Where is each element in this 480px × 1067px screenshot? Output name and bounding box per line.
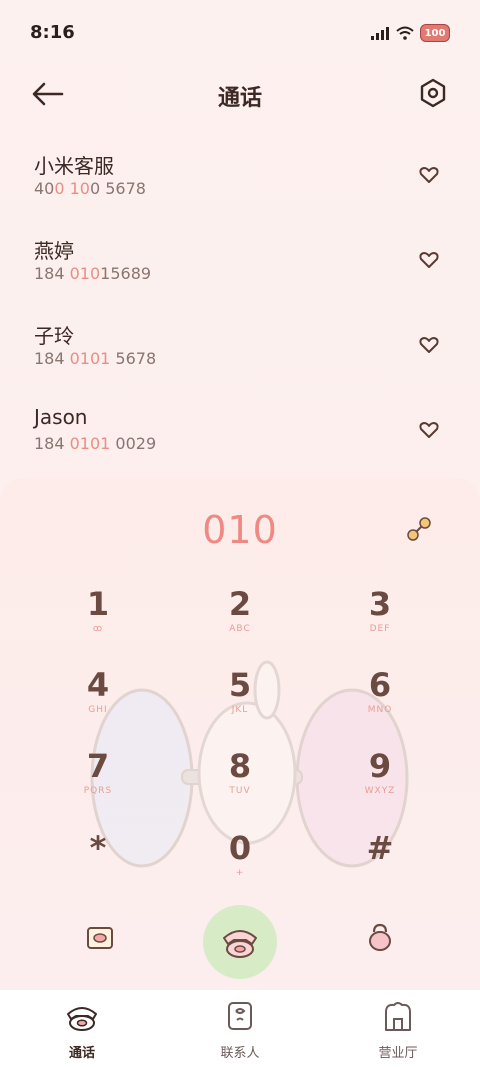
- hexagon-settings-icon[interactable]: [418, 78, 448, 108]
- pig-phone-icon: [223, 930, 257, 958]
- battery-indicator: 100: [420, 24, 450, 42]
- bottom-tab-bar: 通话 联系人 营业厅: [0, 990, 480, 1067]
- sticker-pig-icon[interactable]: [85, 922, 115, 952]
- contact-row[interactable]: 子玲 184 0101 5678: [0, 310, 480, 395]
- top-bar: 通话: [0, 66, 480, 126]
- contact-row[interactable]: Jason 184 0101 0029: [0, 395, 480, 480]
- page-title: 通话: [217, 86, 262, 111]
- dial-key-3[interactable]: 3 DEF: [310, 586, 450, 656]
- signal-icon: [371, 27, 389, 40]
- tab-label: 联系人: [220, 1046, 260, 1061]
- contact-number: 184 0101 0029: [34, 434, 157, 453]
- contact-name: 燕婷: [34, 239, 74, 263]
- dial-key-7[interactable]: 7 PQRS: [28, 748, 168, 818]
- heart-icon[interactable]: [418, 164, 440, 186]
- contact-name: Jason: [34, 405, 88, 429]
- dumbbell-icon[interactable]: [406, 516, 432, 542]
- wifi-icon: [396, 26, 414, 40]
- dial-key-9[interactable]: 9 WXYZ: [310, 748, 450, 818]
- status-time: 8:16: [30, 22, 75, 43]
- contacts-tab-icon: [228, 1002, 252, 1030]
- tab-label: 通话: [68, 1046, 95, 1061]
- status-icons: 100: [370, 24, 450, 42]
- dial-key-1[interactable]: 1ꝏ: [28, 586, 168, 656]
- contact-name: 小米客服: [34, 154, 114, 178]
- dialpad-actions: [0, 900, 480, 980]
- dial-key-8[interactable]: 8 TUV: [170, 748, 310, 818]
- dial-key-2[interactable]: 2 ABC: [170, 586, 310, 656]
- contact-name: 子玲: [34, 324, 74, 348]
- contact-row[interactable]: 燕婷 184 01015689: [0, 225, 480, 310]
- contact-number: 184 0101 5678: [34, 349, 157, 368]
- heart-icon[interactable]: [418, 419, 440, 441]
- dial-key-4[interactable]: 4 GHI: [28, 667, 168, 737]
- dial-key-6[interactable]: 6 MNO: [310, 667, 450, 737]
- heart-icon[interactable]: [418, 249, 440, 271]
- status-bar: 8:16 100: [0, 0, 480, 66]
- contact-number: 400 100 5678: [34, 179, 146, 198]
- kettlebell-icon[interactable]: [366, 922, 394, 952]
- dialpad-panel: 010 1ꝏ 2 ABC 3 DEF 4 GHI 5 JKL 6 MNO 7 PQRS 8T…: [0, 478, 480, 990]
- dial-key-0[interactable]: 0 +: [170, 830, 310, 900]
- dial-key-hash[interactable]: #: [310, 830, 450, 900]
- dial-key-star[interactable]: *: [28, 830, 168, 900]
- contact-number: 184 01015689: [34, 264, 152, 283]
- dial-key-5[interactable]: 5 JKL: [170, 667, 310, 737]
- call-button[interactable]: [203, 905, 277, 979]
- contact-row[interactable]: 小米客服 400 100 5678: [0, 140, 480, 225]
- contact-list: 小米客服 400 100 5678 燕婷 184 01015689 子玲 184…: [0, 140, 480, 480]
- tab-contacts[interactable]: 联系人: [180, 1000, 300, 1061]
- tab-label: 营业厅: [378, 1046, 418, 1061]
- tab-store[interactable]: 营业厅: [338, 1000, 458, 1061]
- store-tab-icon: [385, 1002, 411, 1031]
- heart-icon[interactable]: [418, 334, 440, 356]
- phone-tab-icon: [67, 1007, 97, 1031]
- tab-calls[interactable]: 通话: [22, 1000, 142, 1061]
